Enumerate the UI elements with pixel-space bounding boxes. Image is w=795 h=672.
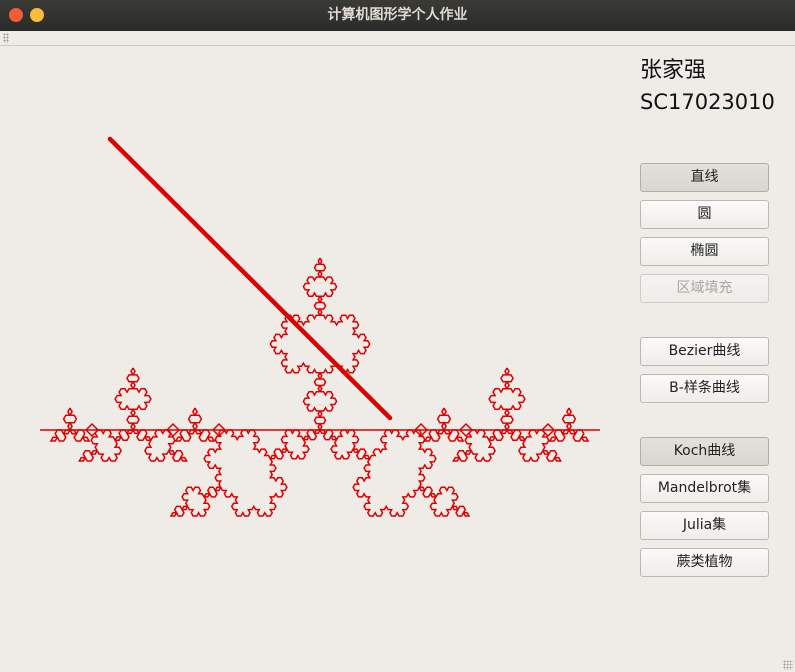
- koch-flake-inner-right: [423, 407, 465, 442]
- toolbar-grip-icon[interactable]: [3, 33, 9, 43]
- resize-grip-icon[interactable]: [783, 660, 793, 670]
- line-button[interactable]: 直线: [640, 163, 769, 192]
- title-bar: 计算机图形学个人作业: [0, 0, 795, 31]
- koch-flake-inner-left: [174, 407, 216, 442]
- toolbar-area: [0, 31, 795, 46]
- koch-flake-left: [77, 367, 189, 462]
- koch-flake-right: [451, 367, 563, 462]
- ellipse-button[interactable]: 椭圆: [640, 237, 769, 266]
- bezier-curve-button[interactable]: Bezier曲线: [640, 337, 769, 366]
- circle-button[interactable]: 圆: [640, 200, 769, 229]
- drawn-line: [107, 136, 393, 421]
- koch-curve: [40, 257, 600, 517]
- drawing-canvas[interactable]: [0, 46, 630, 672]
- author-name: 张家强: [640, 58, 707, 83]
- close-window-button[interactable]: [9, 8, 23, 22]
- julia-set-button[interactable]: Julia集: [640, 511, 769, 540]
- minimize-window-button[interactable]: [30, 8, 44, 22]
- window-title: 计算机图形学个人作业: [327, 7, 468, 23]
- region-fill-button[interactable]: 区域填充: [640, 274, 769, 303]
- koch-flake-far-left: [49, 407, 91, 442]
- bspline-curve-button[interactable]: B-样条曲线: [640, 374, 769, 403]
- student-id: SC17023010: [640, 90, 775, 114]
- koch-flake-far-right: [548, 407, 590, 442]
- fern-plant-button[interactable]: 蕨类植物: [640, 548, 769, 577]
- mandelbrot-set-button[interactable]: Mandelbrot集: [640, 474, 769, 503]
- koch-curve-button[interactable]: Koch曲线: [640, 437, 769, 466]
- koch-flake-center: [169, 257, 471, 517]
